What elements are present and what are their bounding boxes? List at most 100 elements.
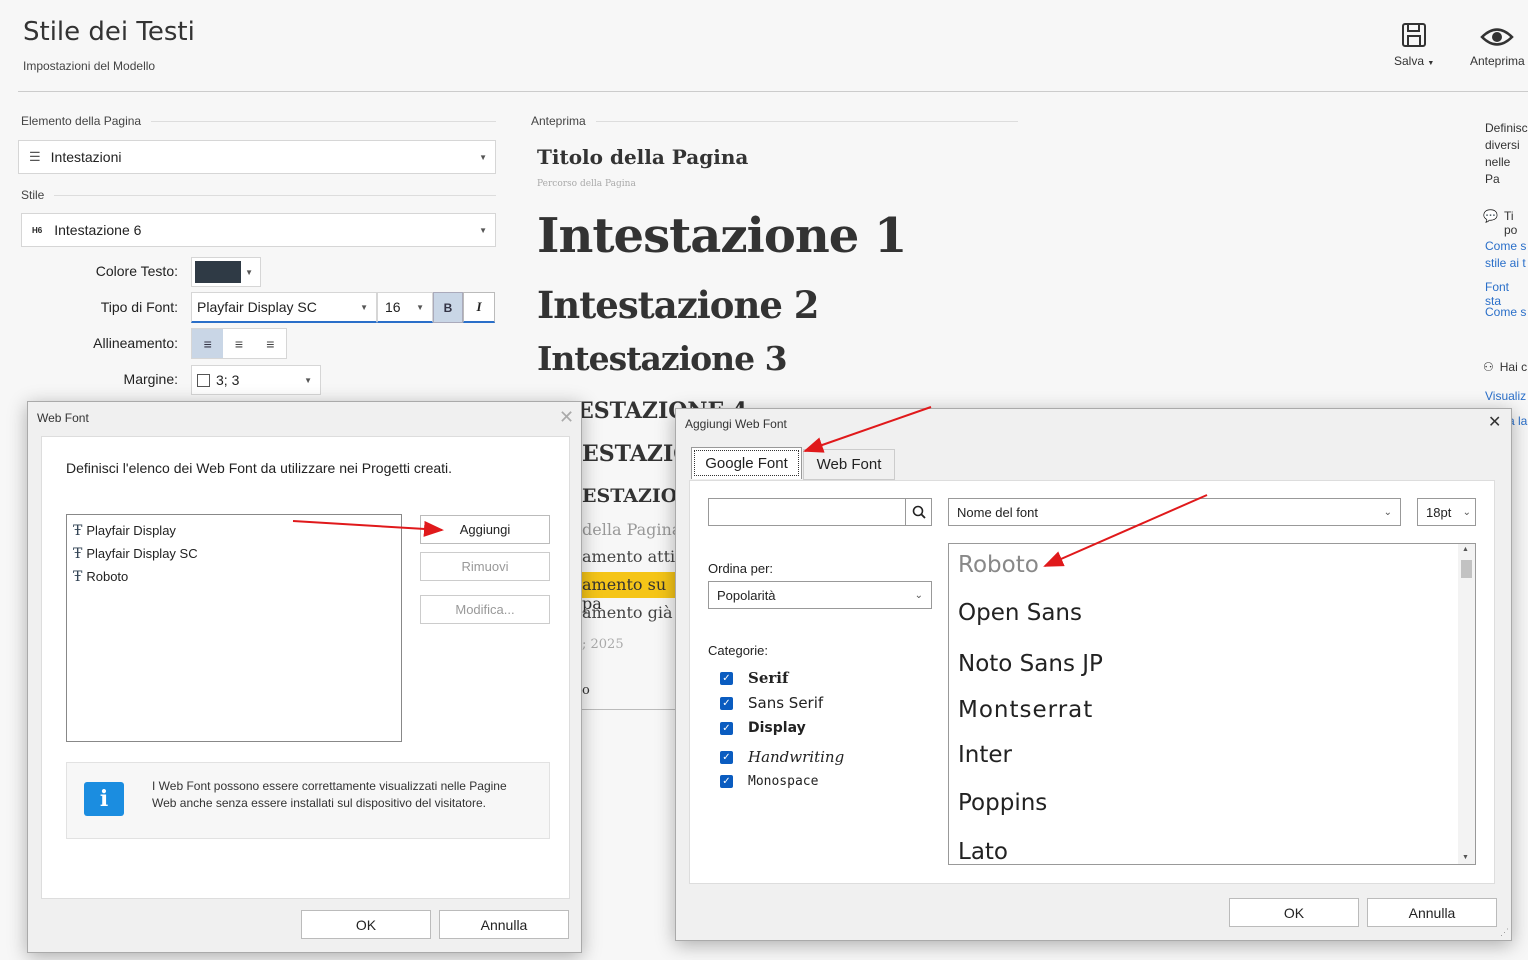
element-select-value: Intestazioni — [50, 149, 122, 165]
remove-button[interactable]: Rimuovi — [420, 552, 550, 581]
style-select-value: Intestazione 6 — [54, 222, 142, 238]
web-font-dialog: Web Font ✕ Definisci l'elenco dei Web Fo… — [27, 401, 582, 953]
preview-h2: Intestazione 2 — [537, 283, 820, 327]
preview-size-select[interactable]: 18pt ⌄ — [1417, 498, 1476, 526]
add-button[interactable]: Aggiungi — [420, 515, 550, 544]
info-box: i I Web Font possono essere correttament… — [66, 762, 550, 839]
font-preview-item[interactable]: Lato — [958, 839, 1008, 864]
chevron-down-icon: ⌄ — [1383, 506, 1392, 518]
font-preview-item[interactable]: Open Sans — [958, 600, 1082, 626]
save-button[interactable]: Salva ▼ — [1394, 22, 1434, 68]
category-label: Display — [748, 720, 806, 736]
tab-google-font[interactable]: Google Font — [691, 447, 802, 479]
align-left-icon[interactable]: ≡ — [192, 329, 224, 358]
font-size-select[interactable]: 16 ▼ — [377, 292, 433, 323]
font-name-select[interactable]: Nome del font ⌄ — [948, 498, 1401, 526]
save-label: Salva — [1394, 54, 1425, 68]
chevron-down-icon: ▼ — [479, 152, 487, 162]
info-icon: i — [84, 782, 124, 816]
category-label: Monospace — [748, 774, 819, 789]
italic-toggle[interactable]: I — [463, 292, 495, 323]
list-item[interactable]: Ŧ Playfair Display — [73, 519, 395, 542]
font-preview-item[interactable]: Poppins — [958, 790, 1047, 816]
category-label: Sans Serif — [748, 694, 824, 712]
category-label: Serif — [748, 669, 789, 687]
sort-value: Popolarità — [717, 587, 776, 603]
list-item[interactable]: Ŧ Playfair Display SC — [73, 542, 395, 565]
chevron-down-icon: ▼ — [304, 375, 312, 385]
scrollbar-thumb[interactable] — [1461, 560, 1472, 578]
font-icon: Ŧ — [73, 522, 83, 539]
list-item-label: Playfair Display — [86, 523, 176, 538]
font-preview-item[interactable]: Inter — [958, 742, 1012, 768]
preview-section: Anteprima — [531, 114, 1018, 128]
tab-web-font[interactable]: Web Font — [803, 449, 895, 480]
help-link-text: Come s — [1485, 239, 1527, 253]
ok-button[interactable]: OK — [301, 910, 431, 939]
cancel-button[interactable]: Annulla — [439, 910, 569, 939]
page-subtitle: Impostazioni del Modello — [23, 59, 156, 73]
preview-breadcrumb: Percorso della Pagina — [537, 179, 636, 189]
margin-select[interactable]: 3; 3 ▼ — [191, 365, 321, 395]
chevron-down-icon: ⌄ — [1462, 506, 1471, 518]
search-button[interactable] — [905, 498, 932, 526]
align-right-icon[interactable]: ≡ — [255, 329, 286, 358]
font-preview-item[interactable]: Noto Sans JP — [958, 651, 1103, 677]
style-select[interactable]: H6 Intestazione 6 ▼ — [21, 213, 496, 247]
header-divider — [18, 91, 1528, 92]
font-preview-item[interactable]: Roboto — [958, 552, 1039, 578]
preview-divider — [582, 709, 676, 710]
ok-button[interactable]: OK — [1229, 898, 1359, 927]
help-link[interactable]: Visualiz — [1485, 389, 1526, 403]
page-title: Stile dei Testi — [23, 17, 195, 47]
help-link[interactable]: Come s — [1485, 305, 1526, 319]
cancel-button[interactable]: Annulla — [1367, 898, 1497, 927]
preview-link-hover: amento su pa — [578, 572, 678, 613]
preview-h3: Intestazione 3 — [537, 339, 788, 378]
chevron-down-icon: ▼ — [416, 302, 424, 312]
category-monospace[interactable]: ✓ Monospace — [720, 774, 818, 789]
element-select[interactable]: ☰ Intestazioni ▼ — [18, 140, 496, 174]
people-icon: ⚇ — [1483, 360, 1494, 374]
font-preview-item[interactable]: Montserrat — [958, 697, 1093, 723]
checkbox-icon: ✓ — [720, 696, 733, 710]
close-icon[interactable]: ✕ — [1488, 415, 1501, 431]
preview-page-title: Titolo della Pagina — [537, 145, 749, 169]
checkbox-icon: ✓ — [720, 750, 733, 764]
bold-toggle[interactable]: B — [433, 292, 463, 323]
edit-button[interactable]: Modifica... — [420, 595, 550, 624]
preview-button[interactable]: Anteprima — [1470, 26, 1525, 68]
text-color-picker[interactable]: ▼ — [191, 257, 261, 287]
close-icon[interactable]: ✕ — [559, 408, 574, 426]
categories-label: Categorie: — [708, 643, 768, 658]
preview-section-label: Anteprima — [531, 114, 586, 128]
category-handwriting[interactable]: ✓ Handwriting — [720, 748, 844, 766]
category-display[interactable]: ✓ Display — [720, 720, 806, 736]
chat-icon: 💬 — [1483, 209, 1498, 223]
font-list[interactable]: Ŧ Playfair Display Ŧ Playfair Display SC Ŧ… — [66, 514, 402, 742]
list-item[interactable]: Ŧ Roboto — [73, 565, 395, 588]
category-sans-serif[interactable]: ✓ Sans Serif — [720, 694, 823, 712]
help-tips-label: Ti po — [1503, 209, 1518, 237]
style-section: Stile — [21, 188, 496, 202]
help-link[interactable]: Font sta — [1485, 280, 1528, 308]
font-family-select[interactable]: Playfair Display SC ▼ — [191, 292, 377, 323]
help-link[interactable]: Come s stile ai t — [1485, 238, 1526, 272]
sort-label: Ordina per: — [708, 561, 774, 576]
align-center-icon[interactable]: ≡ — [223, 329, 254, 358]
dialog-title: Web Font — [37, 411, 89, 425]
checkbox-icon: ✓ — [720, 775, 733, 788]
alignment-group: ≡ ≡ ≡ — [191, 328, 287, 359]
scrollbar[interactable]: ▲ ▼ — [1458, 544, 1475, 864]
category-serif[interactable]: ✓ Serif — [720, 669, 788, 687]
font-size-value: 16 — [385, 299, 401, 315]
style-section-label: Stile — [21, 188, 45, 202]
scroll-down-icon[interactable]: ▼ — [1462, 854, 1469, 861]
font-icon: Ŧ — [73, 545, 83, 562]
scroll-up-icon[interactable]: ▲ — [1462, 546, 1469, 553]
chevron-down-icon: ▼ — [479, 225, 487, 235]
sort-select[interactable]: Popolarità ⌄ — [708, 581, 932, 609]
search-input[interactable] — [708, 498, 906, 526]
save-icon — [1402, 23, 1427, 47]
resize-grip-icon[interactable]: ⋰ — [1500, 927, 1509, 938]
